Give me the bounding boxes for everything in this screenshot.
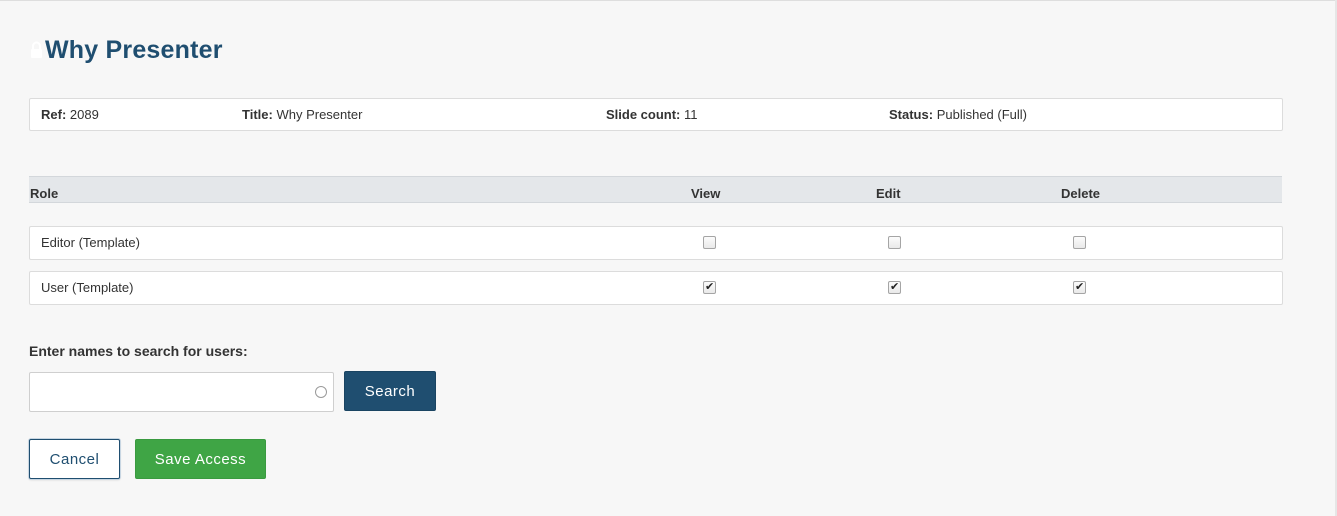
role-name: Editor (Template) [41, 235, 140, 250]
column-header-delete: Delete [1061, 186, 1101, 201]
view-checkbox[interactable]: ✔ [703, 280, 716, 294]
check-mark-icon: ✔ [705, 280, 715, 293]
check-mark-icon: ✔ [890, 280, 900, 293]
status-label: Status: [889, 107, 934, 122]
permissions-table-header: Role View Edit Delete [29, 176, 1282, 203]
column-header-view: View [691, 186, 721, 201]
slide-count-info: Slide count: 11 [606, 99, 698, 130]
page-title-text: Why Presenter [45, 35, 223, 64]
title-value: Why Presenter [276, 107, 363, 122]
table-row: Editor (Template) [29, 226, 1283, 260]
presentation-info-bar: Ref: 2089 Title: Why Presenter Slide cou… [29, 98, 1283, 131]
slide-count-label: Slide count: [606, 107, 681, 122]
ref-label: Ref: [41, 107, 67, 122]
user-search-input[interactable] [30, 373, 320, 409]
user-search-field [29, 372, 334, 412]
slide-count-value: 11 [684, 107, 698, 122]
delete-checkbox[interactable]: ✔ [1073, 280, 1086, 294]
page-title: Why Presenter [29, 34, 223, 66]
status-value: Published (Full) [936, 107, 1028, 122]
ref-info: Ref: 2089 [41, 99, 99, 130]
column-header-role: Role [30, 186, 59, 201]
edit-checkbox[interactable] [888, 236, 901, 249]
delete-checkbox[interactable] [1073, 236, 1086, 249]
status-info: Status: Published (Full) [889, 99, 1027, 130]
search-button[interactable]: Search [344, 371, 436, 411]
user-search-label: Enter names to search for users: [29, 343, 248, 359]
save-access-button[interactable]: Save Access [135, 439, 266, 479]
lock-icon [29, 40, 44, 60]
top-divider [0, 0, 1337, 1]
title-info: Title: Why Presenter [242, 99, 362, 130]
view-checkbox[interactable] [703, 236, 716, 249]
role-name: User (Template) [41, 280, 134, 295]
table-row: User (Template) ✔ ✔ ✔ [29, 271, 1283, 305]
title-label: Title: [242, 107, 273, 122]
column-header-edit: Edit [876, 186, 901, 201]
edit-checkbox[interactable]: ✔ [888, 280, 901, 294]
cancel-button[interactable]: Cancel [29, 439, 120, 479]
loading-spinner-icon [315, 386, 327, 398]
check-mark-icon: ✔ [1075, 280, 1085, 293]
ref-value: 2089 [69, 107, 99, 122]
